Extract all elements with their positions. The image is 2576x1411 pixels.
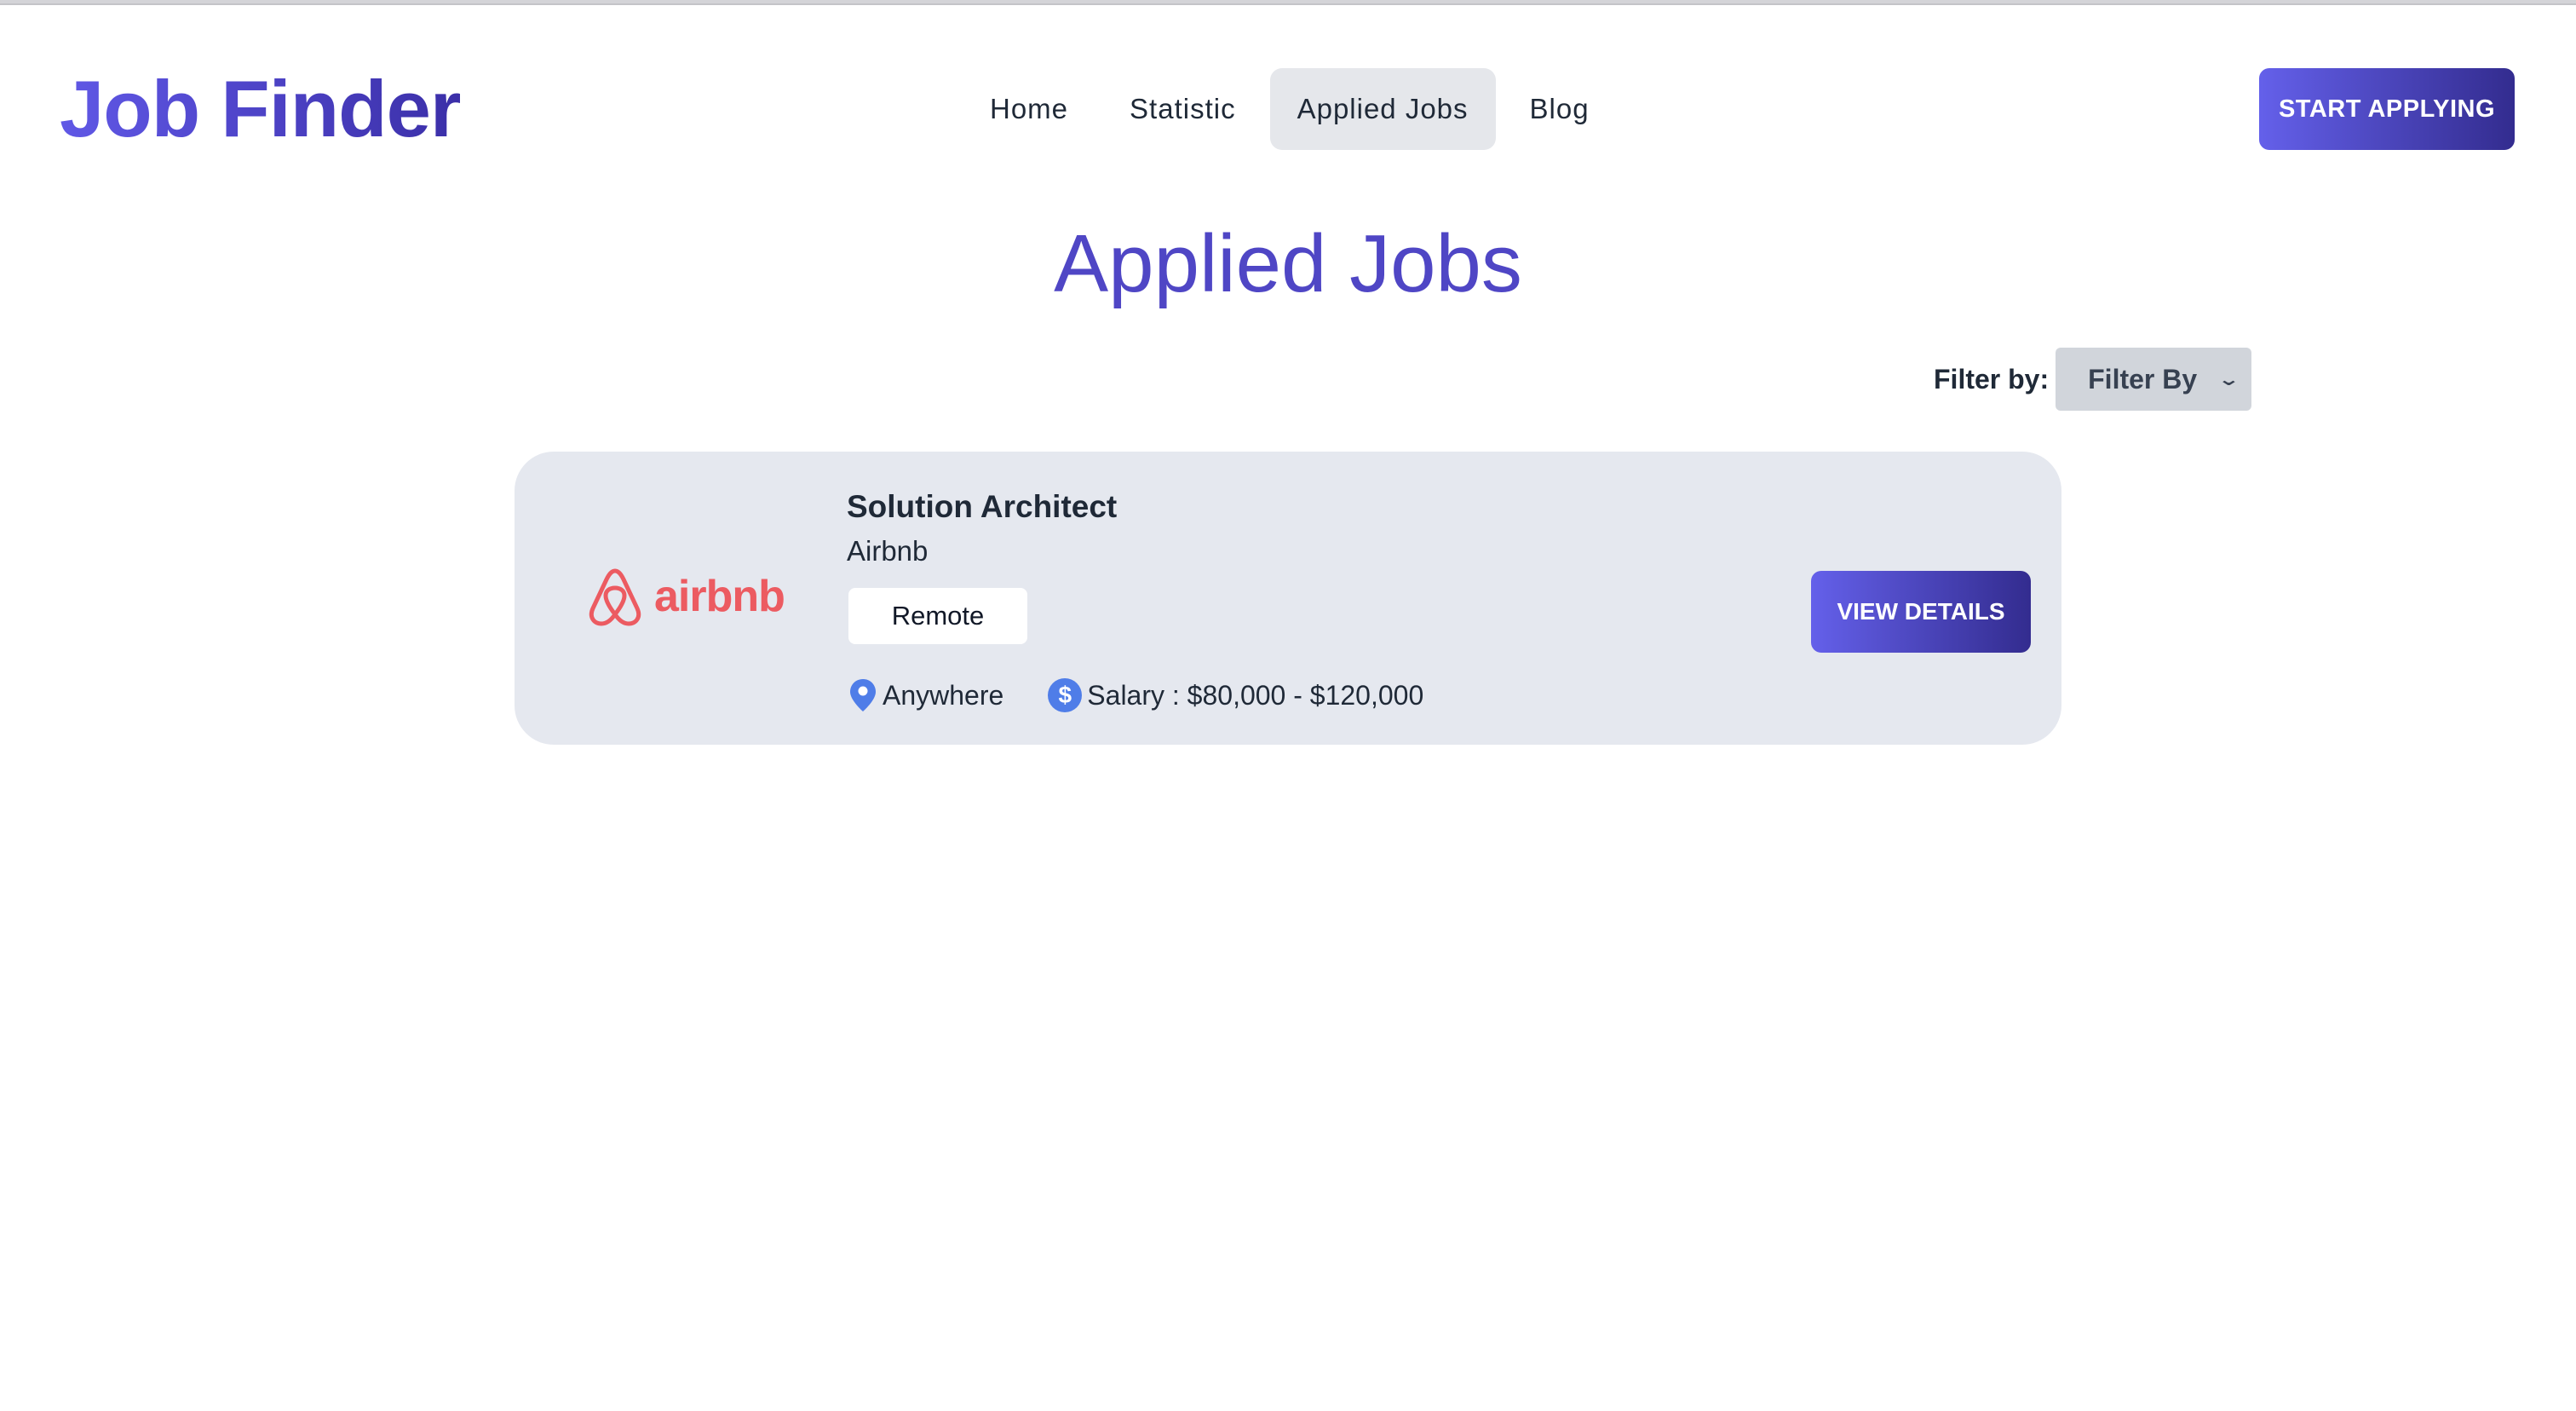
nav-item-blog[interactable]: Blog <box>1503 68 1617 150</box>
main-nav: Home Statistic Applied Jobs Blog <box>963 68 1617 150</box>
filter-control: Filter by: Filter By ⌄ <box>1934 348 2252 411</box>
nav-item-home[interactable]: Home <box>963 68 1095 150</box>
filter-select[interactable]: Filter By ⌄ <box>2056 348 2252 411</box>
map-pin-icon <box>850 679 876 711</box>
job-title: Solution Architect <box>847 489 1118 524</box>
company-logo-text: airbnb <box>654 572 785 621</box>
company-logo: airbnb <box>586 562 785 631</box>
page-title: Applied Jobs <box>1054 218 1522 309</box>
nav-item-statistic[interactable]: Statistic <box>1102 68 1263 150</box>
company-name: Airbnb <box>847 535 929 567</box>
job-card: airbnb Solution Architect Airbnb Remote … <box>515 452 2061 745</box>
job-salary: $ Salary : $80,000 - $120,000 <box>1048 678 1423 712</box>
job-salary-text: Salary : $80,000 - $120,000 <box>1087 679 1424 711</box>
airbnb-logo-icon <box>589 568 641 626</box>
job-location: Anywhere <box>848 677 1003 713</box>
site-header: Job Finder Home Statistic Applied Jobs B… <box>0 5 2576 193</box>
filter-label: Filter by: <box>1934 363 2050 395</box>
site-logo[interactable]: Job Finder <box>60 65 461 153</box>
chevron-down-icon: ⌄ <box>2217 370 2241 389</box>
dollar-icon: $ <box>1048 678 1083 712</box>
start-applying-button[interactable]: START APPLYING <box>2259 68 2515 150</box>
job-type-badge: Remote <box>848 588 1027 644</box>
nav-item-applied-jobs[interactable]: Applied Jobs <box>1269 68 1496 150</box>
job-meta: Anywhere $ Salary : $80,000 - $120,000 <box>848 675 1468 716</box>
view-details-button[interactable]: VIEW DETAILS <box>1811 571 2031 653</box>
job-location-text: Anywhere <box>883 679 1004 711</box>
filter-selected-value: Filter By <box>2088 363 2198 395</box>
